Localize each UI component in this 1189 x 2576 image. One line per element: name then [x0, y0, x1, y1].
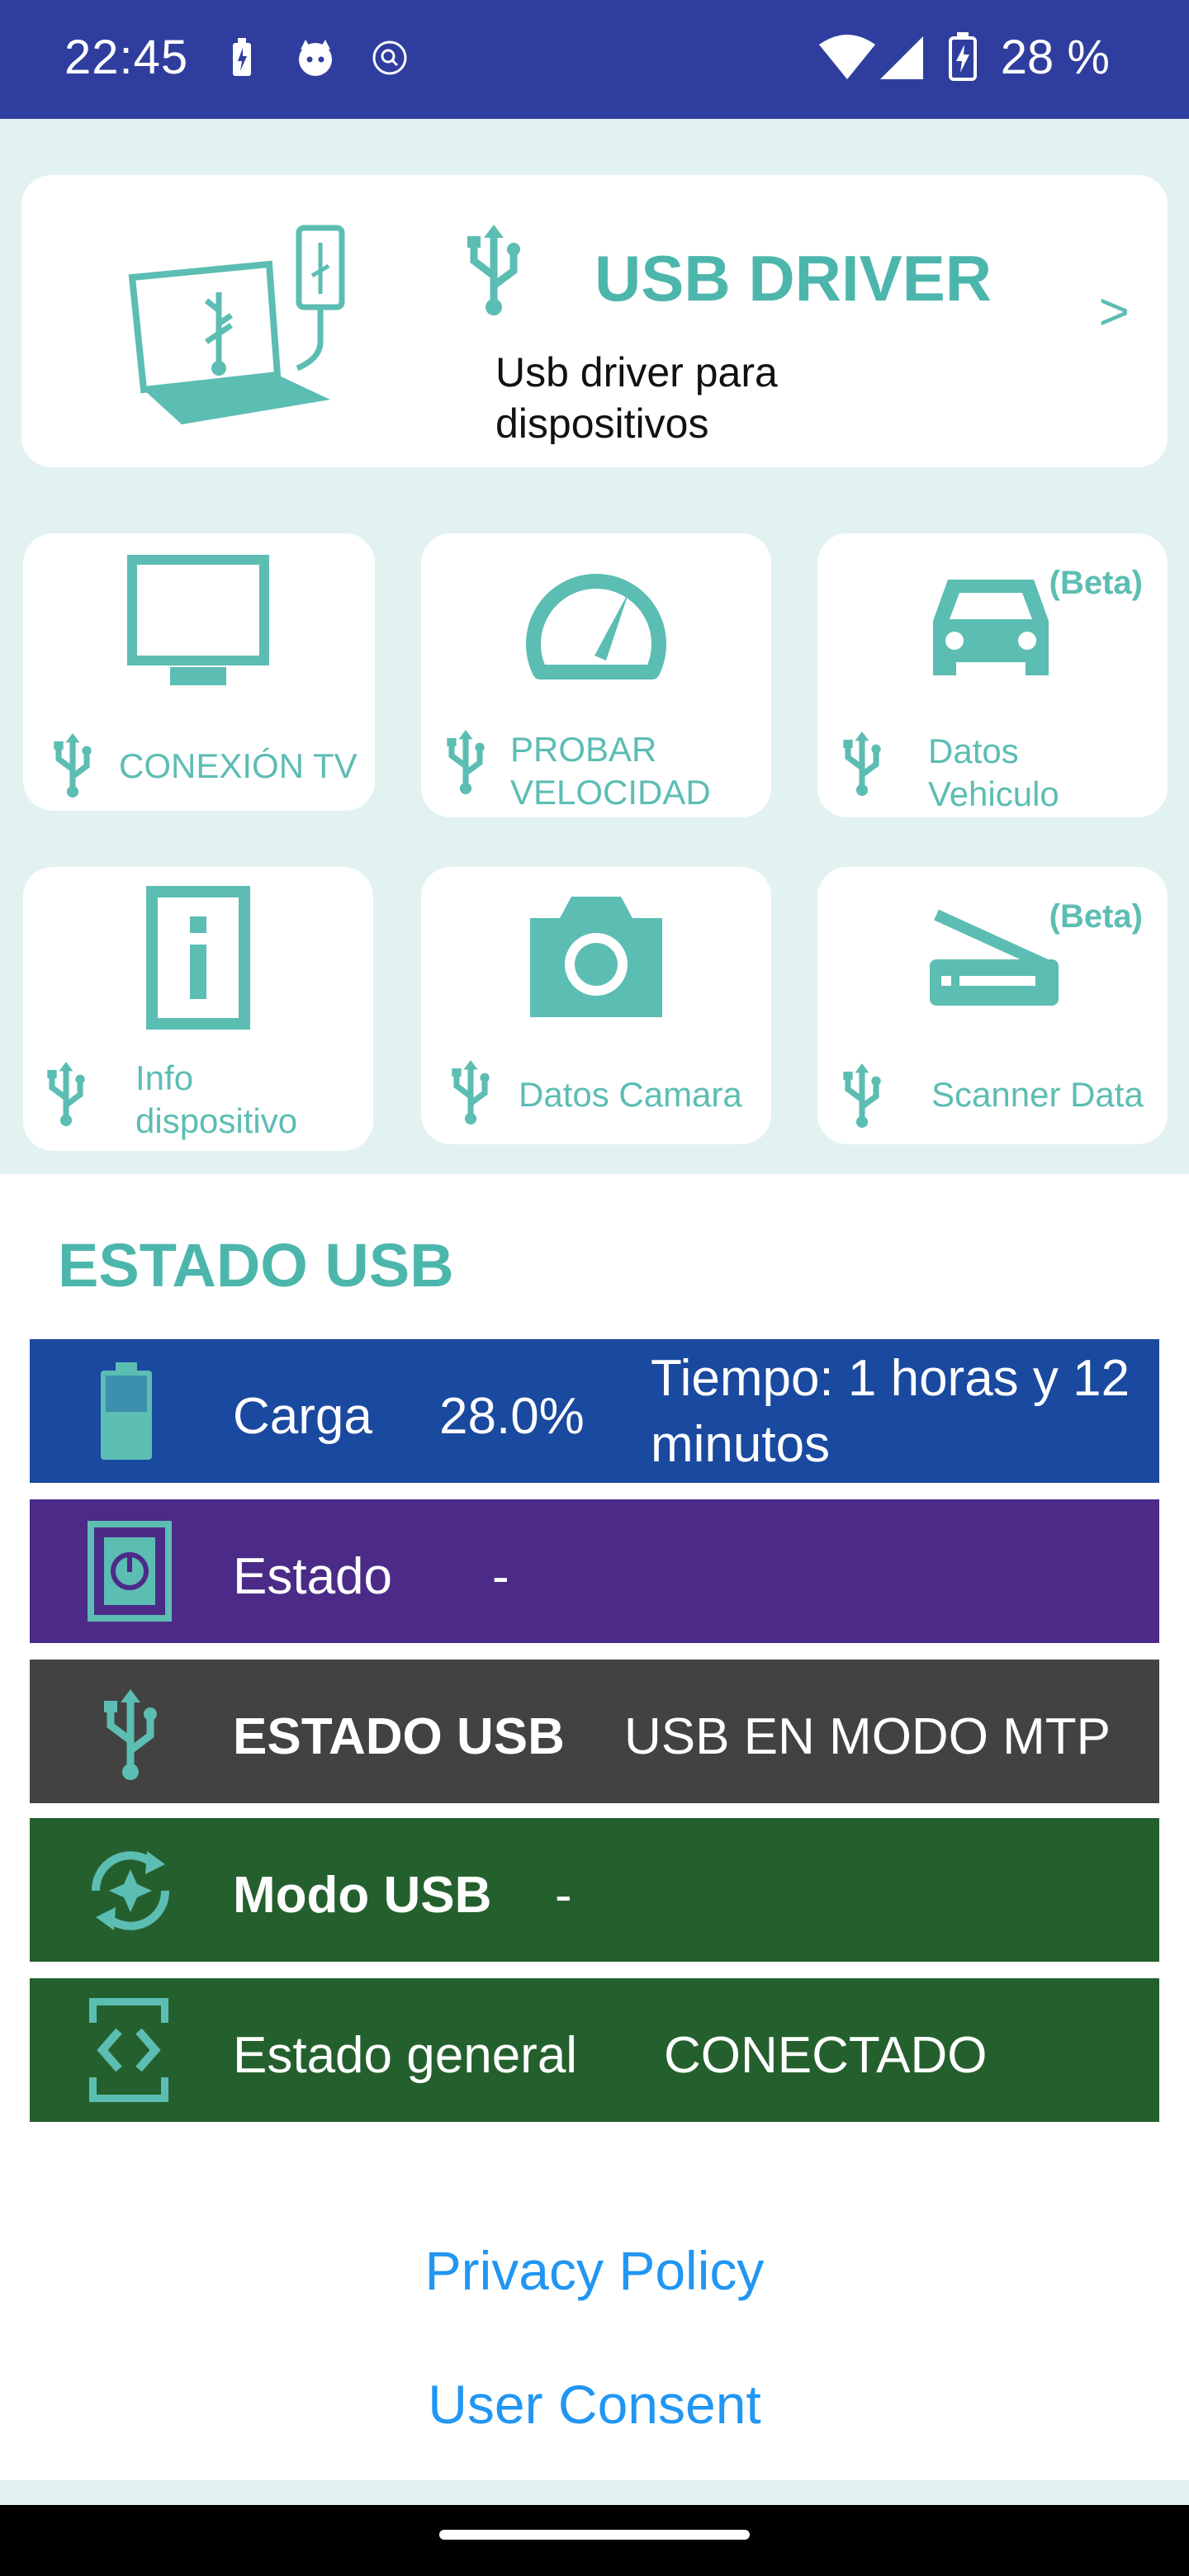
status-row-modo-usb: Modo USB -	[30, 1818, 1159, 1962]
location-icon	[370, 38, 410, 82]
laptop-phone-usb-icon	[107, 218, 355, 437]
row-value: 28.0%	[439, 1388, 585, 1445]
tile-datos-vehiculo[interactable]: (Beta) Datos Vehiculo	[817, 533, 1168, 817]
row-value: USB EN MODO MTP	[624, 1708, 1111, 1765]
status-row-estado-general: Estado general CONECTADO	[30, 1978, 1159, 2122]
user-consent-link[interactable]: User Consent	[0, 2373, 1189, 2436]
tile-label: Info dispositivo	[135, 1058, 298, 1140]
scanner-icon	[925, 902, 1065, 1013]
row-label: Carga	[233, 1388, 372, 1445]
row-value: CONECTADO	[664, 2027, 988, 2084]
tile-label: Datos Camara	[519, 1075, 742, 1114]
home-gesture-handle[interactable]	[439, 2530, 750, 2540]
cat-notification-icon	[294, 38, 337, 82]
car-icon	[923, 568, 1059, 689]
usb-small-icon	[51, 733, 94, 802]
usb-small-icon	[841, 732, 883, 800]
battery-saver-icon	[231, 38, 253, 82]
features-area: USB DRIVER Usb driver para dispositivos …	[0, 119, 1189, 1174]
beta-badge: (Beta)	[1049, 565, 1143, 601]
usb-icon	[464, 225, 523, 320]
tile-label: Scanner Data	[931, 1075, 1144, 1114]
usb-icon	[101, 1689, 160, 1784]
tile-scanner-data[interactable]: (Beta) Scanner Data	[817, 867, 1168, 1144]
row-extra: Tiempo: 1 horas y 12 minutos	[651, 1350, 1130, 1473]
info-icon	[145, 885, 251, 1035]
row-label: ESTADO USB	[233, 1708, 565, 1765]
tile-conexion-tv[interactable]: CONEXIÓN TV	[23, 533, 375, 811]
banner-description: Usb driver para dispositivos Android.	[495, 349, 778, 444]
banner-title: USB DRIVER	[594, 242, 992, 315]
tile-probar-velocidad[interactable]: PROBAR VELOCIDAD	[421, 533, 771, 817]
sync-star-icon	[79, 1840, 182, 1946]
usb-small-icon	[449, 1060, 492, 1129]
tile-datos-camara[interactable]: Datos Camara	[421, 867, 771, 1144]
tile-info-dispositivo[interactable]: Info dispositivo	[23, 867, 373, 1151]
tile-label: PROBAR VELOCIDAD	[510, 730, 711, 812]
usb-small-icon	[841, 1063, 883, 1132]
camera-icon	[525, 885, 667, 1030]
usb-small-icon	[45, 1062, 88, 1130]
row-label: Estado	[233, 1548, 393, 1605]
battery-icon	[99, 1362, 154, 1466]
status-row-carga: Carga 28.0% Tiempo: 1 horas y 12 minutos	[30, 1339, 1159, 1483]
power-status-icon	[88, 1521, 172, 1626]
connection-icon	[88, 1997, 169, 2106]
status-row-estado: Estado -	[30, 1499, 1159, 1643]
status-time: 22:45	[64, 31, 189, 84]
tile-label: Datos Vehiculo	[928, 732, 1059, 813]
row-value: -	[492, 1548, 509, 1605]
row-value: -	[555, 1867, 572, 1924]
usb-small-icon	[444, 730, 487, 798]
wifi-icon	[817, 33, 877, 85]
section-title: ESTADO USB	[58, 1231, 454, 1300]
row-label: Estado general	[233, 2027, 578, 2084]
signal-icon	[879, 35, 925, 85]
banner-arrow[interactable]: >	[1099, 281, 1130, 342]
tile-label: CONEXIÓN TV	[119, 746, 358, 785]
bottom-strip	[0, 2480, 1189, 2505]
status-bar: 22:45 28 %	[0, 0, 1189, 119]
privacy-policy-link[interactable]: Privacy Policy	[0, 2239, 1189, 2302]
usb-driver-banner[interactable]: USB DRIVER Usb driver para dispositivos …	[21, 175, 1168, 467]
navigation-bar	[0, 2505, 1189, 2576]
battery-charging-icon	[948, 31, 978, 85]
speedometer-icon	[523, 558, 669, 686]
status-row-estado-usb: ESTADO USB USB EN MODO MTP	[30, 1660, 1159, 1803]
battery-percent: 28 %	[1000, 31, 1110, 84]
tv-icon	[127, 555, 269, 694]
row-label: Modo USB	[233, 1867, 492, 1924]
